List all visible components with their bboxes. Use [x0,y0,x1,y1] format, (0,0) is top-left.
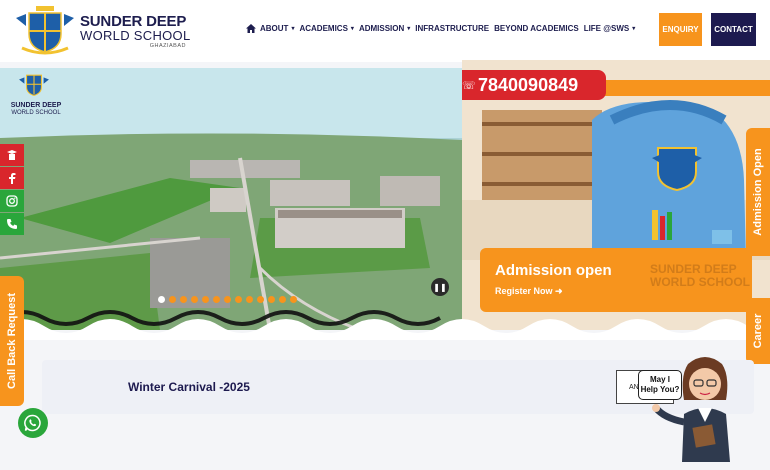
call-button[interactable] [0,213,24,235]
hero-logo-name: SUNDER DEEP [10,102,62,109]
nav-about[interactable]: ABOUT ▾ [260,24,294,33]
hero-campus-image: SUNDER DEEP WORLD SCHOOL [0,68,462,330]
school-logo[interactable] [14,4,76,56]
virtual-assistant-avatar[interactable] [650,352,740,462]
admission-open-label: Admission Open [752,148,764,236]
nav-infrastructure-label: INFRASTRUCTURE [415,24,490,33]
enquiry-button[interactable]: ENQUIRY [659,13,702,46]
school-name-line1: SUNDER DEEP [80,13,187,30]
nav-beyond-academics-label: BEYOND ACADEMICS [494,24,579,33]
site-header: SUNDER DEEP WORLD SCHOOL GHAZIABAD ABOUT… [0,0,770,62]
nav-beyond-academics[interactable]: BEYOND ACADEMICS [494,24,579,33]
instagram-button[interactable] [0,190,24,212]
home-icon[interactable] [246,24,256,33]
main-nav: ABOUT ▾ ACADEMICS ▾ ADMISSION ▾ INFRASTRUCT… [246,24,640,33]
call-back-request-tab[interactable]: Call Back Request [0,276,24,406]
phone-icon: ☏ [462,80,476,92]
whatsapp-button[interactable] [18,408,48,438]
school-location: GHAZIABAD [149,43,186,49]
slider-dot[interactable] [235,296,242,303]
whatsapp-icon [24,414,41,432]
slider-pause-button[interactable]: ❚❚ [431,278,449,296]
slider-dot[interactable] [158,296,165,303]
page: SUNDER DEEP WORLD SCHOOL GHAZIABAD ABOUT… [0,0,770,470]
register-now-link[interactable]: Register Now ➜ [495,286,563,297]
help-bubble-line1: May I [649,375,670,384]
school-name-line2: WORLD SCHOOL [80,28,191,43]
chevron-down-icon: ▾ [291,26,295,32]
facebook-icon [9,173,16,184]
slider-dots [158,296,297,303]
admission-open-tab[interactable]: Admission Open [746,128,770,256]
wave-divider [0,310,770,340]
school-name[interactable]: SUNDER DEEP WORLD SCHOOL GHAZIABAD [80,14,192,50]
nav-about-label: ABOUT [260,24,289,33]
nav-academics[interactable]: ACADEMICS ▾ [299,24,353,33]
slider-dot[interactable] [246,296,253,303]
assistant-help-bubble[interactable]: May I Help You? [638,370,682,400]
campus-aerial-illustration [0,68,462,330]
slider-dot[interactable] [224,296,231,303]
phone-icon [7,219,17,229]
career-label: Career [752,313,764,349]
career-tab[interactable]: Career [746,298,770,364]
facebook-button[interactable] [0,167,24,189]
nav-academics-label: ACADEMICS [299,24,348,33]
instagram-icon [6,195,18,207]
slider-dot[interactable] [257,296,264,303]
admission-card-watermark: SUNDER DEEP [650,262,737,276]
slider-dot[interactable] [180,296,187,303]
admission-title: Admission open [495,262,612,279]
slider-dot[interactable] [202,296,209,303]
call-back-request-label: Call Back Request [6,293,18,389]
chevron-down-icon: ▾ [350,26,354,32]
hero-logo-subname: WORLD SCHOOL [11,110,61,116]
nav-infrastructure[interactable]: INFRASTRUCTURE [415,24,489,33]
school-portal-button[interactable] [0,144,24,166]
chevron-down-icon: ▾ [407,26,411,32]
slider-dot[interactable] [169,296,176,303]
slider-dot[interactable] [268,296,275,303]
phone-number-banner[interactable]: 7840090849 [462,70,606,100]
nav-life-sws-label: LIFE @SWS [583,24,630,33]
nav-admission-label: ADMISSION [358,24,405,33]
slider-dot[interactable] [213,296,220,303]
slider-dot[interactable] [290,296,297,303]
slider-dot[interactable] [279,296,286,303]
nav-admission[interactable]: ADMISSION ▾ [359,24,410,33]
nav-life-sws[interactable]: LIFE @SWS ▾ [584,24,636,33]
slider-dot[interactable] [191,296,198,303]
news-headline[interactable]: Winter Carnival -2025 [128,380,250,394]
help-bubble-line2: Help You? [640,385,680,394]
contact-button[interactable]: CONTACT [711,13,756,46]
hero-school-logo-icon [19,74,49,97]
admission-card-watermark: WORLD SCHOOL [650,275,750,289]
chevron-down-icon: ▾ [632,26,636,32]
school-icon [7,150,17,160]
